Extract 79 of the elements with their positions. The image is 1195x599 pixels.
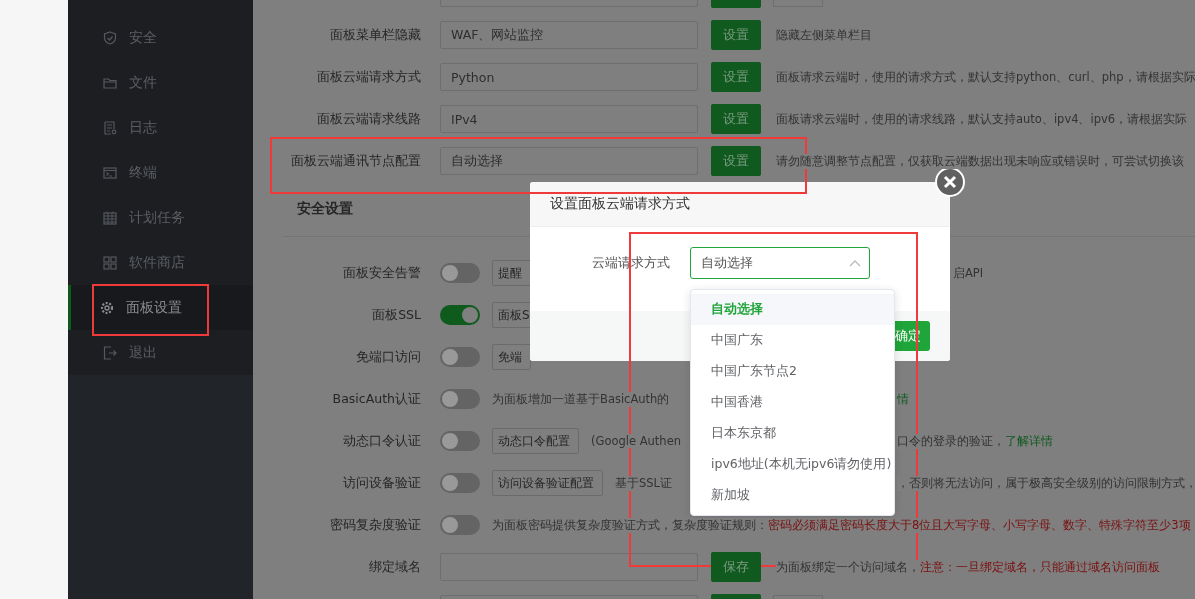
save-button[interactable]: 设置 bbox=[711, 20, 761, 50]
text-field[interactable]: IPv4 bbox=[440, 105, 698, 133]
warning-text: 密码必须满足密码长度大于8位且大写字母、小写字母、数字、特殊字符至少3项 bbox=[768, 517, 1191, 533]
sidebar-item[interactable]: 日志 bbox=[68, 105, 253, 150]
sidebar-label: 计划任务 bbox=[129, 208, 185, 227]
setting-description: 为面板增加一道基于BasicAuth的 bbox=[492, 391, 670, 407]
config-button[interactable]: 动态口令配置 bbox=[492, 428, 579, 454]
sidebar-label: 安全 bbox=[129, 28, 157, 47]
setting-label: 免端口访问 bbox=[355, 348, 421, 366]
save-button[interactable]: 保存 bbox=[711, 552, 761, 582]
sidebar-item[interactable]: 退出 bbox=[68, 330, 253, 375]
close-icon[interactable] bbox=[935, 167, 965, 197]
toggle-switch[interactable] bbox=[440, 305, 480, 325]
setting-description: 为面板绑定一个访问域名， bbox=[776, 559, 920, 575]
dropdown-option[interactable]: 新加坡 bbox=[691, 480, 894, 511]
save-button[interactable]: 设置 bbox=[711, 62, 761, 92]
dropdown-option[interactable]: 中国广东节点2 bbox=[691, 356, 894, 387]
text-field[interactable]: 自动选择 bbox=[440, 147, 698, 175]
document-icon bbox=[103, 120, 117, 135]
setting-description: 面板请求云端时，使用的请求线路，默认支持auto、ipv4、ipv6，请根据实际 bbox=[776, 111, 1188, 127]
dropdown-option[interactable]: 中国香港 bbox=[691, 387, 894, 418]
setting-label: 面板云端请求方式 bbox=[316, 68, 421, 86]
details-link[interactable]: 了解详情 bbox=[1005, 433, 1053, 449]
sidebar-item[interactable]: 软件商店 bbox=[68, 240, 253, 285]
select-field[interactable]: 自动选择 bbox=[690, 247, 870, 279]
setting-description: 隐藏左侧菜单栏目 bbox=[776, 27, 872, 43]
dropdown-option[interactable]: 自动选择 bbox=[691, 294, 894, 325]
setting-description: 基于SSL证 bbox=[615, 475, 672, 491]
setting-label: 访问设备验证 bbox=[342, 474, 421, 492]
folder-icon bbox=[103, 75, 117, 90]
text-field[interactable]: WAF、网站监控 bbox=[440, 21, 698, 49]
setting-label: 面板云端通讯节点配置 bbox=[290, 152, 421, 170]
dropdown-option[interactable]: ipv6地址(本机无ipv6请勿使用) bbox=[691, 449, 894, 480]
text-field[interactable]: Python bbox=[440, 63, 698, 91]
sidebar-item[interactable]: 文件 bbox=[68, 60, 253, 105]
setting-label: 面板安全告警 bbox=[342, 264, 421, 282]
sidebar-label: 软件商店 bbox=[129, 253, 185, 272]
setting-label: BasicAuth认证 bbox=[331, 390, 421, 408]
setting-description: 请勿随意调整节点配置，仅获取云端数据出现未响应或错误时，可尝试切换该 bbox=[776, 153, 1184, 169]
settings-icon bbox=[100, 300, 114, 315]
setting-label: 动态口令认证 bbox=[342, 432, 421, 450]
save-button[interactable]: 设置 bbox=[711, 104, 761, 134]
toggle-switch[interactable] bbox=[440, 389, 480, 409]
toggle-switch[interactable] bbox=[440, 347, 480, 367]
details-link[interactable]: 情 bbox=[897, 391, 909, 407]
setting-description: (Google Authen bbox=[591, 434, 681, 448]
caret-icon bbox=[849, 259, 861, 267]
calendar-icon bbox=[103, 210, 117, 225]
warning-text: 注意：一旦绑定域名，只能通过域名访问面板 bbox=[920, 559, 1160, 575]
toggle-switch[interactable] bbox=[440, 263, 480, 283]
terminal-icon bbox=[103, 165, 117, 180]
toggle-switch[interactable] bbox=[440, 515, 480, 535]
toggle-switch[interactable] bbox=[440, 431, 480, 451]
sidebar-item[interactable]: 安全 bbox=[68, 15, 253, 60]
config-button[interactable]: 访问设备验证配置 bbox=[492, 470, 603, 496]
toggle-switch[interactable] bbox=[440, 473, 480, 493]
dropdown-option[interactable]: 日本东京都 bbox=[691, 418, 894, 449]
dialog-title: 设置面板云端请求方式 bbox=[530, 182, 950, 227]
text-field[interactable] bbox=[440, 553, 698, 581]
setting-description: 面板请求云端时，使用的请求方式，默认支持python、curl、php，请根据实际 bbox=[776, 69, 1195, 85]
sidebar-label: 退出 bbox=[129, 343, 157, 362]
shield-icon bbox=[103, 30, 117, 45]
sidebar-label: 终端 bbox=[129, 163, 157, 182]
setting-label: 密码复杂度验证 bbox=[329, 516, 421, 534]
setting-label: 面板SSL bbox=[371, 306, 421, 324]
sidebar-label: 文件 bbox=[129, 73, 157, 92]
setting-label: 绑定域名 bbox=[368, 558, 421, 576]
setting-label: 面板菜单栏隐藏 bbox=[329, 26, 421, 44]
section-title: 安全设置 bbox=[297, 200, 353, 218]
grid-icon bbox=[103, 255, 117, 270]
setting-description: 启API bbox=[953, 265, 984, 281]
sidebar-item[interactable]: 计划任务 bbox=[68, 195, 253, 240]
save-button[interactable]: 设置 bbox=[711, 146, 761, 176]
sidebar-item[interactable]: 面板设置 bbox=[68, 285, 253, 330]
sidebar-label: 面板设置 bbox=[126, 298, 182, 317]
sidebar-item[interactable]: 终端 bbox=[68, 150, 253, 195]
setting-label: 面板云端请求线路 bbox=[316, 110, 421, 128]
sidebar-label: 日志 bbox=[129, 118, 157, 137]
exit-icon bbox=[103, 345, 117, 360]
